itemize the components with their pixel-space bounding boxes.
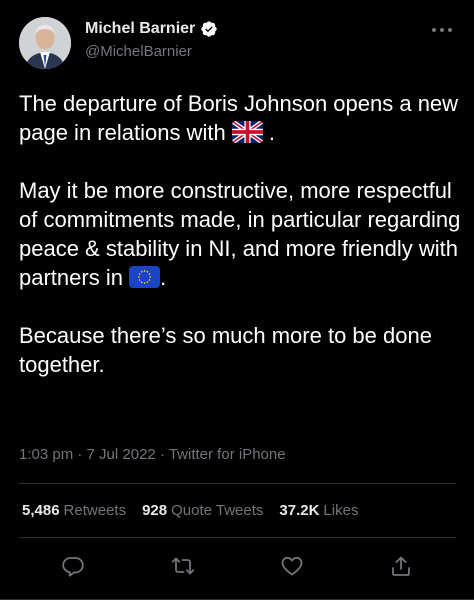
share-button[interactable] (389, 554, 413, 578)
quote-tweets-stat[interactable]: 928 Quote Tweets (142, 501, 263, 521)
divider (19, 537, 456, 538)
retweets-label: Retweets (63, 502, 127, 519)
tweet-time[interactable]: 1:03 pm (19, 446, 73, 463)
meta-separator: · (155, 446, 169, 463)
meta-separator: · (73, 446, 87, 463)
likes-label: Likes (323, 502, 359, 519)
retweets-count: 5,486 (22, 502, 60, 519)
divider (19, 483, 456, 484)
more-options-icon[interactable] (430, 24, 454, 36)
quote-tweets-label: Quote Tweets (171, 502, 264, 519)
reply-button[interactable] (61, 554, 85, 578)
avatar[interactable] (19, 17, 71, 69)
share-icon (392, 556, 410, 576)
tweet-stats: 5,486 Retweets 928 Quote Tweets 37.2K Likes (22, 501, 374, 521)
like-button[interactable] (280, 554, 304, 578)
tweet-date[interactable]: 7 Jul 2022 (87, 446, 156, 463)
retweet-button[interactable] (171, 554, 195, 578)
eu-flag-icon (129, 266, 161, 288)
reply-icon (62, 557, 84, 577)
tweet-card: Michel Barnier @MichelBarnier The depart… (0, 0, 474, 600)
tweet-text-para2: May it be more constructive, more respec… (19, 178, 461, 290)
tweet-source[interactable]: Twitter for iPhone (169, 446, 286, 463)
author-name[interactable]: Michel Barnier (85, 19, 195, 39)
uk-flag-icon (231, 121, 263, 143)
avatar-photo-icon (19, 17, 71, 69)
likes-count: 37.2K (279, 502, 320, 519)
tweet-text-para2-end: . (160, 265, 167, 290)
tweet-text-line1-end: . (262, 120, 276, 145)
retweet-icon (171, 557, 195, 575)
verified-badge-icon (201, 21, 217, 37)
like-icon (281, 556, 303, 576)
quote-tweets-count: 928 (142, 502, 168, 519)
retweets-stat[interactable]: 5,486 Retweets (22, 501, 126, 521)
tweet-paragraph: Because there’s so much more to be done … (19, 321, 464, 379)
tweet-text-para3: Because there’s so much more to be done … (19, 323, 432, 377)
tweet-meta: 1:03 pm · 7 Jul 2022 · Twitter for iPhon… (19, 445, 286, 465)
tweet-paragraph: The departure of Boris Johnson opens a n… (19, 89, 464, 147)
tweet-paragraph: May it be more constructive, more respec… (19, 176, 464, 292)
author-handle[interactable]: @MichelBarnier (85, 42, 192, 62)
likes-stat[interactable]: 37.2K Likes (279, 501, 358, 521)
tweet-text: The departure of Boris Johnson opens a n… (19, 89, 464, 379)
